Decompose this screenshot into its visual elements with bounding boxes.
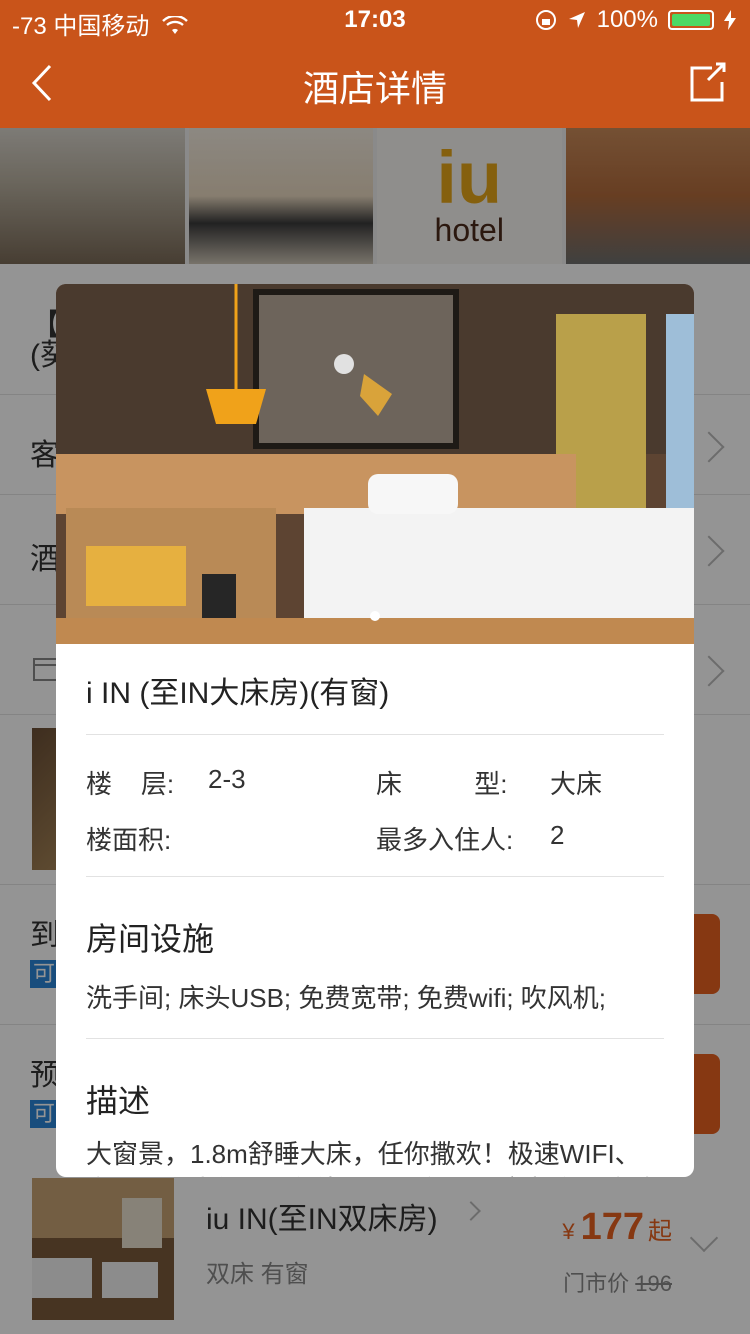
description-title: 描述 — [86, 1083, 151, 1119]
divider — [86, 876, 664, 877]
floor-label: 楼 层: — [86, 769, 175, 799]
battery-percent: 100% — [596, 6, 658, 33]
room-detail-body: i IN (至IN大床房)(有窗) 楼 层: 2-3 床 型: 大床 楼面积: … — [56, 644, 694, 1177]
bed-label: 床 型: — [376, 769, 508, 799]
floor-value: 2-3 — [208, 764, 246, 794]
facilities-list: 洗手间; 床头USB; 免费宽带; 免费wifi; 吹风机; — [86, 983, 607, 1013]
facilities-title: 房间设施 — [86, 921, 215, 957]
location-icon — [568, 12, 585, 28]
status-bar: -73 中国移动 17:03 100% — [0, 0, 750, 40]
divider — [86, 734, 664, 735]
area-label: 楼面积: — [86, 825, 172, 855]
max-guests-label: 最多入住人: — [376, 825, 514, 855]
room-title: i IN (至IN大床房)(有窗) — [86, 677, 390, 710]
share-icon[interactable] — [688, 60, 728, 104]
status-right: 100% — [535, 6, 736, 34]
battery-icon — [668, 10, 714, 30]
max-guests-value: 2 — [550, 820, 565, 850]
room-photo[interactable] — [56, 284, 694, 644]
nav-bar: 酒店详情 — [0, 40, 750, 128]
header-bar: -73 中国移动 17:03 100% 酒店详情 — [0, 0, 750, 128]
rotation-lock-icon — [535, 10, 556, 30]
description-text: 大窗景，1.8m舒睡大床，任你撒欢！极速WIFI、多屏互动电视，iu在线互动平台… — [86, 1139, 652, 1177]
divider — [86, 1038, 664, 1039]
bed-value: 大床 — [550, 769, 603, 799]
charging-icon — [724, 10, 736, 30]
room-detail-modal: i IN (至IN大床房)(有窗) 楼 层: 2-3 床 型: 大床 楼面积: … — [56, 284, 694, 1177]
page-title: 酒店详情 — [302, 68, 447, 109]
